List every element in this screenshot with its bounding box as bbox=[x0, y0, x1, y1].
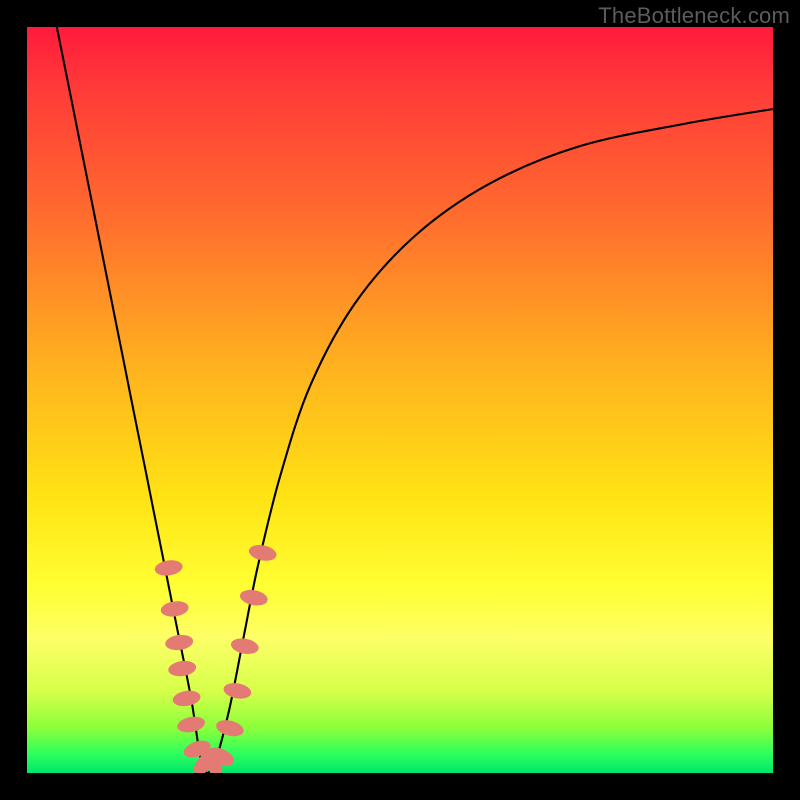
bead-marker bbox=[222, 681, 252, 701]
watermark-text: TheBottleneck.com bbox=[598, 3, 790, 29]
bead-marker bbox=[248, 543, 278, 563]
bead-marker bbox=[230, 636, 260, 656]
chart-frame: TheBottleneck.com bbox=[0, 0, 800, 800]
bead-marker bbox=[172, 689, 202, 708]
plot-area bbox=[27, 27, 773, 773]
bottleneck-curve bbox=[57, 27, 773, 773]
curve-layer bbox=[27, 27, 773, 773]
bead-marker bbox=[215, 718, 246, 739]
bead-marker bbox=[160, 600, 190, 619]
bead-marker bbox=[176, 714, 206, 734]
bead-marker bbox=[164, 633, 194, 651]
bead-marker bbox=[239, 588, 269, 608]
bead-marker bbox=[154, 558, 184, 577]
bead-group bbox=[154, 543, 278, 773]
bead-marker bbox=[167, 659, 197, 678]
